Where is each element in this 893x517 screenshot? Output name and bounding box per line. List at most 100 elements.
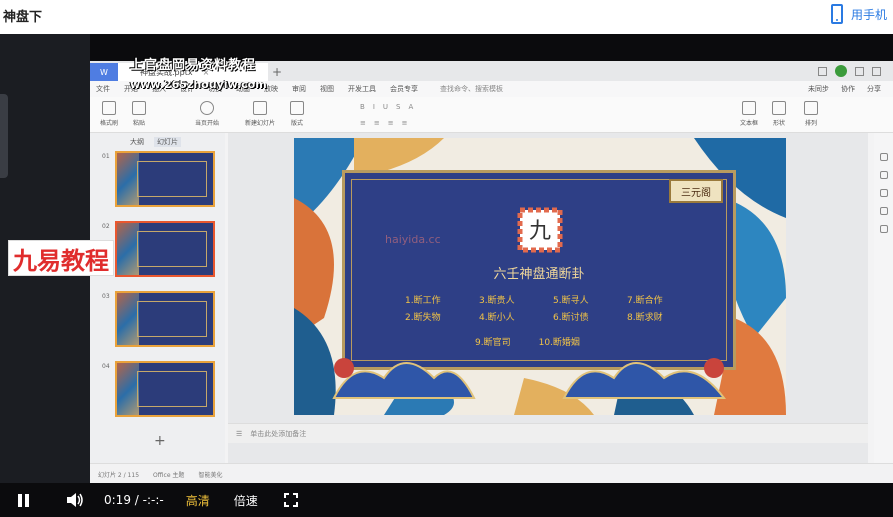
watermark-text: haiyida.cc <box>385 233 441 246</box>
slide-badge: 三元阁 <box>669 179 723 203</box>
play-from-current-label: 当页开始 <box>195 120 220 127</box>
seal-icon: 九 <box>517 207 563 253</box>
menu-developer[interactable]: 开发工具 <box>348 84 376 94</box>
paste-icon <box>132 101 146 115</box>
item-3: 3.断贵人 <box>479 296 515 306</box>
item-2: 2.断失物 <box>405 313 441 323</box>
slide-editing-area: 三元阁 九 haiyida.cc 六壬神盘通断卦 1.断工作 3.断贵人 5.断… <box>228 133 868 463</box>
paragraph-controls[interactable]: ≡ ≡ ≡ ≡ <box>360 119 408 127</box>
slide-number: 04 <box>102 363 110 370</box>
smart-beautify[interactable]: 智能美化 <box>198 470 222 479</box>
theme-name: Office 主题 <box>153 472 185 479</box>
player-controls: 0:19 / -:-:- 高清 倍速 <box>0 483 893 517</box>
sync-status[interactable]: 未同步 <box>808 84 829 94</box>
font-controls[interactable]: BIUSA <box>360 103 413 111</box>
slide-thumbnail[interactable] <box>115 151 215 207</box>
pause-icon[interactable] <box>18 493 30 507</box>
speed-button[interactable]: 倍速 <box>234 492 258 509</box>
new-slide-icon <box>253 101 267 115</box>
layout-button[interactable]: 版式 <box>290 101 304 127</box>
layout-icon <box>290 101 304 115</box>
slide-title: 六壬神盘通断卦 <box>493 267 585 282</box>
avatar[interactable] <box>835 65 847 77</box>
slide-thumbnail-panel: 大纲 幻灯片 01 02 03 04 + <box>90 133 225 463</box>
slide-number: 02 <box>102 223 110 230</box>
maximize-icon[interactable] <box>872 66 881 76</box>
slide-thumbnail-selected[interactable] <box>115 221 215 277</box>
notes-bar[interactable]: ☰ 单击此处添加备注 <box>228 423 868 443</box>
layout-label: 版式 <box>290 120 303 127</box>
share-button[interactable]: 分享 <box>867 84 881 94</box>
slide-count: 幻灯片 2 / 115 <box>98 472 140 479</box>
tabbar-window-controls <box>818 61 893 81</box>
shape-button[interactable]: 形状 <box>772 101 786 127</box>
play-from-current-button[interactable]: 当页开始 <box>195 101 219 127</box>
shape-label: 形状 <box>772 120 785 127</box>
wps-home-tab[interactable]: W <box>90 63 118 81</box>
menu-view[interactable]: 视图 <box>320 84 334 94</box>
paste-button[interactable]: 粘贴 <box>132 101 146 127</box>
menu-member[interactable]: 会员专享 <box>390 84 418 94</box>
star-tool-icon[interactable] <box>879 171 888 179</box>
phone-link-label: 用手机 <box>850 7 887 22</box>
page-header: 神盘下 用手机 <box>0 0 893 34</box>
new-tab-icon[interactable]: + <box>268 63 286 81</box>
volume-icon[interactable] <box>66 492 84 508</box>
layout-icon[interactable] <box>818 66 827 76</box>
current-slide[interactable]: 三元阁 九 haiyida.cc 六壬神盘通断卦 1.断工作 3.断贵人 5.断… <box>294 138 786 415</box>
slide-thumbnail[interactable] <box>115 291 215 347</box>
paste-label: 粘贴 <box>132 120 145 127</box>
ribbon-toolbar: 格式刷 粘贴 当页开始 新建幻灯片 版式 BIUSA ≡ ≡ ≡ ≡ 文本框 形状 排… <box>90 97 893 133</box>
notes-placeholder: 单击此处添加备注 <box>250 429 307 438</box>
format-painter-label: 格式刷 <box>100 120 119 127</box>
panel-tabs: 大纲 幻灯片 <box>130 137 181 147</box>
item-4: 4.断小人 <box>479 313 515 323</box>
minimize-icon[interactable] <box>855 66 864 76</box>
shape-icon <box>772 101 786 115</box>
item-7: 7.断合作 <box>627 296 663 306</box>
left-edge-handle <box>0 94 8 178</box>
cursor-tool-icon[interactable] <box>879 153 888 161</box>
item-6: 6.断讨债 <box>553 313 589 323</box>
play-icon <box>200 101 214 115</box>
tab-outline[interactable]: 大纲 <box>130 137 144 147</box>
menubar-right: 未同步 协作 分享 <box>808 84 893 94</box>
phone-icon <box>830 4 843 24</box>
open-on-phone-link[interactable]: 用手机 <box>830 4 887 24</box>
course-title-overlay: 上官盘岡易资料教程 <box>130 58 257 73</box>
collaborate-button[interactable]: 协作 <box>841 84 855 94</box>
command-search[interactable]: 查找命令、搜索模板 <box>440 84 503 94</box>
slide-number: 01 <box>102 153 110 160</box>
seal-char: 九 <box>529 219 551 244</box>
quality-button[interactable]: 高清 <box>186 492 210 509</box>
arrange-label: 排列 <box>804 120 817 127</box>
slide-number: 03 <box>102 293 110 300</box>
help-tool-icon[interactable] <box>879 207 888 215</box>
cloud-wave-decoration <box>332 358 727 399</box>
item-8: 8.断求财 <box>627 313 663 323</box>
arrange-button[interactable]: 排列 <box>804 101 818 127</box>
notes-icon: ☰ <box>236 429 243 438</box>
brand-tag-overlay: 九易教程 <box>8 240 114 276</box>
menu-file[interactable]: 文件 <box>96 84 110 94</box>
fullscreen-icon[interactable] <box>283 493 298 507</box>
status-bar: 幻灯片 2 / 115 Office 主题 智能美化 <box>90 463 893 485</box>
add-slide-icon[interactable]: + <box>154 433 166 449</box>
textbox-label: 文本框 <box>740 120 759 127</box>
copy-tool-icon[interactable] <box>879 189 888 197</box>
image-tool-icon[interactable] <box>879 225 888 233</box>
menu-review[interactable]: 审阅 <box>292 84 306 94</box>
textbox-button[interactable]: 文本框 <box>740 101 758 127</box>
new-slide-label: 新建幻灯片 <box>245 120 276 127</box>
item-grid: 1.断工作 3.断贵人 5.断寻人 7.断合作 2.断失物 4.断小人 6.断讨… <box>405 293 695 323</box>
format-painter-button[interactable]: 格式刷 <box>100 101 118 127</box>
textbox-icon <box>742 101 756 115</box>
wps-window: W 神盘实战.pptx × + 文件 开始 插入 设计 切换 动画 放映 审阅 … <box>90 61 893 485</box>
tab-slides[interactable]: 幻灯片 <box>154 137 181 147</box>
video-player[interactable]: W 神盘实战.pptx × + 文件 开始 插入 设计 切换 动画 放映 审阅 … <box>0 34 893 517</box>
arrange-icon <box>804 101 818 115</box>
new-slide-button[interactable]: 新建幻灯片 <box>245 101 275 127</box>
format-painter-icon <box>102 101 116 115</box>
item-1: 1.断工作 <box>405 296 441 306</box>
slide-thumbnail[interactable] <box>115 361 215 417</box>
